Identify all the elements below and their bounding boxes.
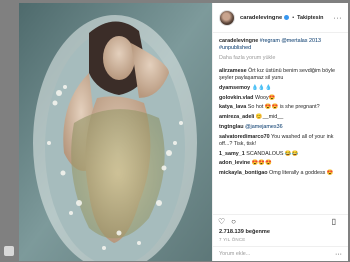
comment-item: mickayla_bontigao Omg literally a goddes… xyxy=(219,170,342,177)
add-comment-field[interactable]: Yorum ekle... ··· xyxy=(213,246,348,261)
comment-item: adon_levine 😍😍😍 xyxy=(219,160,342,167)
comment-username[interactable]: dyamsemoy xyxy=(219,85,250,91)
post-caption: caradelevingne #regram @mertalas 2013 #u… xyxy=(219,38,342,52)
separator-dot: • xyxy=(292,14,295,21)
following-button[interactable]: Takiptesin xyxy=(297,15,323,21)
heart-icon[interactable]: ♡ xyxy=(218,217,225,226)
load-more-comments-link[interactable]: Daha fazla yorum yükle xyxy=(219,55,342,62)
comment-text[interactable]: @jamejames36 xyxy=(245,124,283,130)
comment-text: So hot 😍😍 is she pregnant? xyxy=(247,104,320,111)
like-count[interactable]: 2.718.139 beğenme xyxy=(213,228,348,236)
comment-item: tngtnglau @jamejames36 xyxy=(219,124,342,131)
comment-text: 😍😍😍 xyxy=(251,160,272,167)
comment-username[interactable]: mickayla_bontigao xyxy=(219,170,268,176)
comment-username[interactable]: amireza_adeli xyxy=(219,114,254,120)
comment-username[interactable]: katya_lava xyxy=(219,104,246,110)
more-options-icon[interactable]: ··· xyxy=(334,15,343,22)
comment-username[interactable]: alirzamese xyxy=(219,68,247,74)
comment-item: 1_samy_1 SCANDALOUS 😂😂 xyxy=(219,151,342,158)
comment-item: katya_lava So hot 😍😍 is she pregnant? xyxy=(219,104,342,111)
bookmark-icon[interactable]: ▯ xyxy=(332,217,336,226)
side-panel-icon[interactable] xyxy=(4,246,14,256)
comment-item: amireza_adeli 😊__mid__ xyxy=(219,114,342,121)
header-username[interactable]: caradelevingne xyxy=(240,15,282,21)
avatar[interactable] xyxy=(219,9,235,26)
post-actions: ♡ ○ ▯ xyxy=(213,214,348,228)
comment-item: golovkin.vlad Wooy😍 xyxy=(219,95,342,102)
more-options-icon[interactable]: ··· xyxy=(335,251,342,258)
comment-username[interactable]: salvatoredimarco70 xyxy=(219,134,270,140)
post-modal: caradelevingne • Takiptesin ··· caradele… xyxy=(19,3,348,261)
post-photo[interactable] xyxy=(19,3,212,261)
comment-text: Omg literally a goddess 😍 xyxy=(269,170,334,177)
comments-list: caradelevingne #regram @mertalas 2013 #u… xyxy=(213,33,348,214)
comment-username[interactable]: tngtnglau xyxy=(219,124,244,130)
comment-text: SCANDALOUS 😂😂 xyxy=(246,150,299,157)
post-side-panel: caradelevingne • Takiptesin ··· caradele… xyxy=(212,3,348,261)
verified-badge-icon xyxy=(284,15,290,20)
comment-username[interactable]: adon_levine xyxy=(219,160,250,166)
comment-icon[interactable]: ○ xyxy=(231,217,236,226)
post-timestamp[interactable]: 7 YIL ÖNCE xyxy=(213,236,348,246)
comment-text: Wooy😍 xyxy=(254,94,276,101)
comment-item: salvatoredimarco70 You washed all of you… xyxy=(219,134,342,148)
comment-item: dyamsemoy 💧💧💧 xyxy=(219,85,342,92)
comment-text: 💧💧💧 xyxy=(251,84,272,91)
comment-username[interactable]: 1_samy_1 xyxy=(219,151,245,157)
caption-username[interactable]: caradelevingne xyxy=(219,38,258,44)
add-comment-placeholder[interactable]: Yorum ekle... xyxy=(219,251,250,257)
comment-text: 😊__mid__ xyxy=(255,114,284,121)
comment-username[interactable]: golovkin.vlad xyxy=(219,95,253,101)
post-header: caradelevingne • Takiptesin ··· xyxy=(213,3,348,33)
bathtub-photo-illustration xyxy=(19,3,212,261)
comment-item: alirzamese Ört kız üstünü benim sevdiğim… xyxy=(219,68,342,82)
